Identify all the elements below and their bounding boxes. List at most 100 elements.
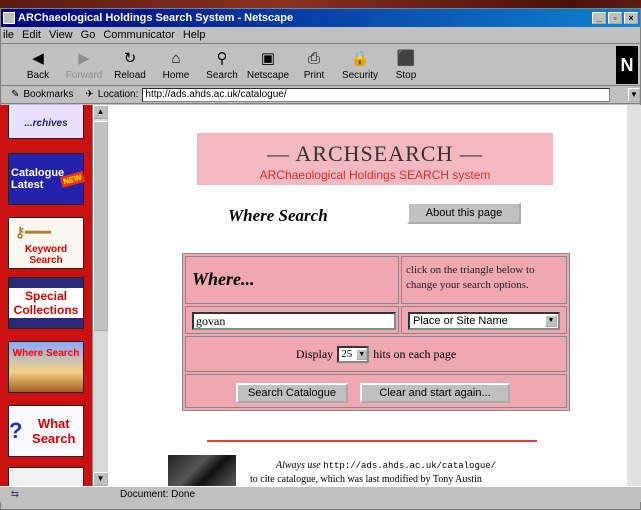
menu-communicator[interactable]: Communicator: [103, 29, 175, 41]
citation-prefix: Always use: [276, 460, 321, 471]
display-prefix: Display: [295, 346, 334, 361]
hits-select[interactable]: 25 ▼: [337, 345, 370, 363]
hint-text: click on the triangle below to change yo…: [406, 264, 535, 291]
security-icon: 🔒: [350, 50, 370, 67]
stop-icon: ⬛: [396, 50, 416, 67]
back-label: Back: [26, 70, 50, 81]
query-cell: govan: [185, 306, 399, 334]
menu-file[interactable]: ile: [3, 29, 14, 41]
forward-button[interactable]: ▶ Forward: [61, 44, 107, 84]
where-label-cell: Where...: [185, 256, 399, 304]
reload-icon: ↻: [123, 50, 137, 67]
citation-line2: to cite catalogue, which was last modifi…: [250, 474, 482, 485]
sidebar-item-archives[interactable]: ...rchives: [8, 105, 84, 139]
search-type-select[interactable]: Place or Site Name ▼: [408, 312, 560, 330]
scroll-up-button[interactable]: ▲: [93, 105, 108, 119]
sidebar-item-where-search[interactable]: Where Search: [8, 341, 84, 393]
netscape-icon: ▣: [260, 50, 276, 67]
catalogue-latest-label: Catalogue Latest: [11, 167, 65, 191]
title-bar: ARChaeological Holdings Search System - …: [1, 9, 640, 27]
netscape-app-icon: [3, 12, 15, 24]
question-mark-icon: ?: [9, 418, 23, 443]
sidebar-item-keyword-search[interactable]: ⚷━━━ Keyword Search: [8, 217, 84, 269]
display-row: Display 25 ▼ hits on each page: [185, 336, 567, 372]
about-page-button[interactable]: About this page: [407, 202, 521, 224]
netscape-label: Netscape: [246, 70, 290, 81]
archives-label: ...rchives: [24, 117, 68, 129]
page-title: Where Search: [228, 206, 328, 225]
hits-value: 25: [341, 348, 353, 360]
menu-go[interactable]: Go: [81, 29, 96, 41]
search-label: Search: [206, 70, 238, 81]
url-field[interactable]: http://ads.ahds.ac.uk/catalogue/: [142, 87, 611, 102]
home-label: Home: [162, 70, 190, 81]
menu-bar: ile Edit View Go Communicator Help: [1, 27, 640, 44]
search-icon: ⚲: [216, 50, 228, 67]
where-search-input[interactable]: govan: [192, 312, 396, 330]
forward-arrow-icon: ▶: [78, 50, 90, 67]
clear-button[interactable]: Clear and start again...: [360, 383, 510, 403]
archsearch-banner: — ARCHSEARCH — ARChaeological Holdings S…: [197, 133, 553, 185]
location-icon: ✈: [85, 89, 94, 100]
minimize-button[interactable]: _: [592, 12, 606, 24]
sidebar-item-catalogue-latest[interactable]: Catalogue Latest NEW: [8, 153, 85, 205]
sidebar-item-what-search[interactable]: ? What Search: [8, 405, 84, 457]
chevron-down-icon[interactable]: ▼: [545, 315, 557, 327]
reload-button[interactable]: ↻ Reload: [107, 44, 153, 84]
location-dropdown[interactable]: ▼: [628, 87, 640, 102]
sidebar-item-partial[interactable]: [8, 467, 84, 486]
search-button[interactable]: ⚲ Search: [199, 44, 245, 84]
display-suffix: hits on each page: [373, 346, 457, 361]
print-label: Print: [303, 70, 325, 81]
navigation-toolbar: ◀ Back ▶ Forward ↻ Reload ⌂ Home ⚲ Search ▣ Ne…: [1, 44, 640, 86]
menu-help[interactable]: Help: [183, 29, 206, 41]
citation-url[interactable]: http://ads.ahds.ac.uk/catalogue/: [323, 461, 496, 471]
citation-text: Always use http://ads.ahds.ac.uk/catalog…: [250, 459, 550, 486]
print-button[interactable]: ⎙ Print: [291, 44, 337, 84]
main-frame: — ARCHSEARCH — ARChaeological Holdings S…: [110, 105, 641, 486]
sidebar-item-special-collections[interactable]: Special Collections: [8, 277, 84, 329]
status-text: Document: Done: [120, 489, 196, 500]
scroll-down-button[interactable]: ▼: [93, 472, 108, 486]
restore-button[interactable]: ▫: [608, 12, 622, 24]
chevron-down-icon[interactable]: ▼: [356, 348, 368, 360]
scroll-thumb[interactable]: [93, 121, 108, 331]
connection-status-icon: ⇆: [10, 489, 20, 500]
status-bar: ⇆ Document: Done: [0, 486, 641, 502]
reload-label: Reload: [114, 70, 146, 81]
type-cell: Place or Site Name ▼: [401, 306, 567, 334]
page-content: ...rchives Catalogue Latest NEW ⚷━━━ Key…: [0, 105, 641, 486]
where-search-label: Where Search: [12, 348, 80, 359]
what-search-label: What Search: [32, 416, 76, 446]
location-label: Location:: [97, 89, 139, 100]
security-label: Security: [341, 70, 379, 81]
menu-view[interactable]: View: [49, 29, 73, 41]
netscape-button[interactable]: ▣ Netscape: [245, 44, 291, 84]
bookmarks-button[interactable]: Bookmarks: [23, 89, 73, 100]
window-title: ARChaeological Holdings Search System - …: [18, 12, 294, 24]
back-button[interactable]: ◀ Back: [15, 44, 61, 84]
bookmark-icon: ✎: [11, 89, 20, 100]
menu-edit[interactable]: Edit: [22, 29, 41, 41]
search-type-value: Place or Site Name: [413, 315, 508, 327]
main-frame-scrollbar[interactable]: [627, 105, 641, 486]
keyword-search-label: Keyword Search: [24, 244, 68, 266]
banner-title: — ARCHSEARCH —: [267, 141, 483, 166]
stop-label: Stop: [395, 70, 417, 81]
close-button[interactable]: ×: [624, 12, 638, 24]
security-button[interactable]: 🔒 Security: [337, 44, 383, 84]
home-button[interactable]: ⌂ Home: [153, 44, 199, 84]
print-icon: ⎙: [307, 50, 320, 67]
search-catalogue-button[interactable]: Search Catalogue: [236, 383, 348, 403]
left-navigation-frame: ...rchives Catalogue Latest NEW ⚷━━━ Key…: [0, 105, 92, 486]
left-frame-scrollbar[interactable]: ▲ ▼: [92, 105, 108, 486]
stop-button[interactable]: ⬛ Stop: [383, 44, 429, 84]
buttons-row: Search Catalogue Clear and start again..…: [185, 374, 567, 408]
netscape-logo[interactable]: N: [616, 46, 638, 84]
key-icon: ⚷━━━: [15, 224, 51, 240]
home-icon: ⌂: [171, 50, 181, 67]
banner-subtitle: ARChaeological Holdings SEARCH system: [259, 168, 491, 182]
footer-logo-image: [168, 455, 236, 486]
back-arrow-icon: ◀: [32, 50, 44, 67]
forward-label: Forward: [65, 70, 103, 81]
